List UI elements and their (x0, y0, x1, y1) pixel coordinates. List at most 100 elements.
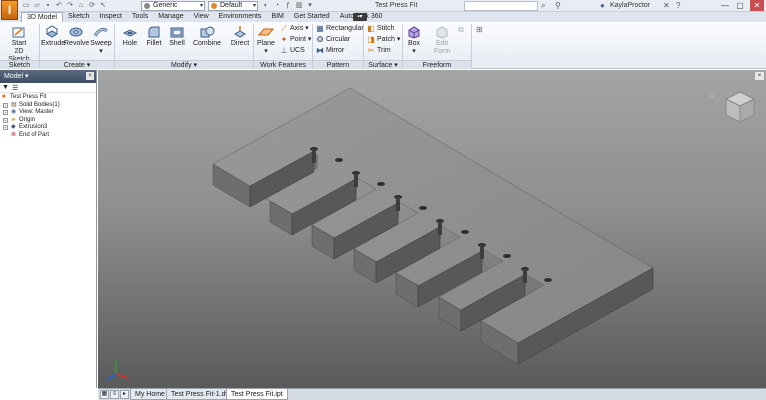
group-label-modify[interactable]: Modify ▾ (115, 60, 253, 69)
clear-appearance-icon[interactable]: ◔ (273, 2, 281, 10)
minimize-icon[interactable]: — (718, 0, 732, 11)
home-view-icon[interactable]: ⌂ (710, 92, 714, 99)
open-icon[interactable]: ▱ (33, 2, 41, 10)
quick-access-toolbar: ▭ ▱ ▪ ↶ ↷ ⌂ ⟳ ↖ (22, 1, 107, 11)
tree-item-part[interactable]: ■ Test Press Fit (0, 94, 96, 102)
graphics-viewport[interactable]: × ⌂ (98, 70, 766, 388)
appearance-dropdown[interactable]: Default ▾ (208, 1, 258, 11)
close-icon[interactable]: ✕ (750, 0, 764, 11)
browser-menu-icon[interactable]: ☰ (12, 84, 18, 92)
binoculars-icon[interactable]: ⚲ (555, 1, 561, 10)
panel-options-icon[interactable]: ⊞ (476, 25, 483, 34)
expand-icon[interactable]: + (3, 102, 8, 108)
plane-button[interactable]: Plane ▾ (255, 25, 277, 56)
press-fit-model[interactable] (98, 70, 766, 388)
circular-pattern-icon: ❂ (316, 35, 324, 44)
tree-item-extrusion3[interactable]: + ◆ Extrusion3 (0, 124, 96, 132)
app-menu-button[interactable]: I (1, 0, 18, 20)
sketch-icon (12, 27, 25, 38)
hole-button[interactable]: Hole (119, 25, 141, 48)
search-icon[interactable]: ⌕ (541, 1, 545, 11)
search-input[interactable] (464, 1, 538, 11)
group-label-create[interactable]: Create ▾ (40, 60, 114, 69)
filter-icon[interactable]: ▼ (2, 84, 9, 91)
direct-label: Direct (230, 40, 250, 47)
sweep-button[interactable]: Sweep ▾ (90, 25, 112, 56)
appearance-icon[interactable]: ◐ (262, 2, 270, 10)
viewcube-icon[interactable] (724, 90, 756, 124)
ucs-button[interactable]: ⊥ UCS (280, 46, 305, 56)
undo-icon[interactable]: ↶ (55, 2, 63, 10)
axis-button[interactable]: ⟋ Axis ▾ (280, 24, 309, 34)
patch-button[interactable]: ◨ Patch ▾ (367, 35, 400, 45)
circular-pattern-button[interactable]: ❂ Circular (316, 35, 350, 45)
edit-form-label-2: Form (433, 48, 451, 55)
trim-button[interactable]: ✂ Trim (367, 46, 391, 56)
group-label-surface[interactable]: Surface ▾ (364, 60, 402, 69)
customize-icon[interactable]: ▾ (306, 2, 314, 10)
extrude-button[interactable]: Extrude (41, 25, 65, 48)
tree-item-origin[interactable]: + ▰ Origin (0, 117, 96, 125)
tab-bim[interactable]: BIM (266, 12, 288, 22)
tab-view[interactable]: View (189, 12, 214, 22)
edit-form-button[interactable]: Edit Form (430, 25, 454, 56)
tree-item-view-master[interactable]: + ◉ View: Master (0, 109, 96, 117)
tree-item-label: Origin (19, 116, 36, 123)
expand-icon[interactable]: + (3, 125, 8, 130)
formula-icon[interactable]: ƒ (284, 2, 292, 10)
revolve-button[interactable]: Revolve (64, 25, 89, 48)
more-icon[interactable]: ▸ (120, 390, 129, 399)
point-icon: ✦ (280, 35, 288, 44)
expand-icon[interactable]: + (3, 110, 8, 115)
help-icon[interactable]: ? (676, 1, 680, 10)
axis-icon: ⟋ (281, 24, 287, 33)
save-icon[interactable]: ▪ (44, 2, 52, 10)
ribbon-minimize-button[interactable]: ▪▾ (353, 13, 367, 21)
point-button[interactable]: ✦ Point ▾ (280, 35, 312, 45)
user-icon[interactable]: ● (600, 1, 605, 10)
tree-item-solid-bodies[interactable]: + ▤ Solid Bodies(1) (0, 102, 96, 110)
tab-get-started[interactable]: Get Started (289, 12, 335, 22)
convert-icon[interactable]: ⧉ (458, 25, 464, 35)
tab-manage[interactable]: Manage (153, 12, 188, 22)
browser-title[interactable]: Model ▾ (4, 73, 29, 80)
ribbon-divider (471, 24, 472, 68)
tree-item-end-of-part[interactable]: ⊗ End of Part (0, 132, 96, 140)
group-label-work-features: Work Features (254, 60, 312, 69)
redo-icon[interactable]: ↷ (66, 2, 74, 10)
material-dropdown[interactable]: Generic ▾ (141, 1, 205, 11)
tile-view-icon[interactable]: ▦ (100, 390, 109, 399)
close-icon[interactable]: × (86, 72, 94, 80)
user-name[interactable]: KaylaProctor (610, 2, 650, 9)
tab-tools[interactable]: Tools (127, 12, 153, 22)
stitch-button[interactable]: ◧ Stitch (367, 24, 394, 34)
ribbon-panel: Start 2D Sketch Sketch Extrude Revolve S… (0, 22, 766, 69)
select-icon[interactable]: ↖ (99, 2, 107, 10)
rectangular-pattern-button[interactable]: ▦ Rectangular (316, 24, 364, 34)
doc-tab-my-home[interactable]: My Home (130, 389, 170, 400)
window-list-icon[interactable]: ≡ (110, 390, 119, 399)
group-label-sketch: Sketch (0, 60, 39, 69)
combine-button[interactable]: Combine (192, 25, 222, 48)
shell-button[interactable]: Shell (166, 25, 188, 48)
doc-tab-ipt[interactable]: Test Press Fit.ipt (226, 389, 288, 400)
box-button[interactable]: Box ▾ (404, 25, 424, 56)
fillet-button[interactable]: Fillet (143, 25, 165, 48)
tab-sketch[interactable]: Sketch (63, 12, 94, 22)
document-title: Test Press Fit (375, 2, 418, 9)
exchange-icon[interactable]: ✕ (663, 1, 670, 10)
mirror-button[interactable]: ⧓ Mirror (316, 46, 344, 56)
new-icon[interactable]: ▭ (22, 2, 30, 10)
start-2d-sketch-button[interactable]: Start 2D Sketch (4, 25, 34, 64)
tab-environments[interactable]: Environments (214, 12, 267, 22)
edit-form-label-1: Edit (435, 40, 449, 47)
measure-icon[interactable]: ▥ (295, 2, 303, 10)
extrude-icon (46, 25, 58, 38)
close-icon[interactable]: × (755, 72, 764, 80)
update-icon[interactable]: ⟳ (88, 2, 96, 10)
direct-button[interactable]: Direct (229, 25, 251, 48)
tab-inspect[interactable]: Inspect (94, 12, 127, 22)
restore-icon[interactable]: ▢ (733, 0, 747, 11)
expand-icon[interactable]: + (3, 117, 8, 123)
home-icon[interactable]: ⌂ (77, 2, 85, 10)
